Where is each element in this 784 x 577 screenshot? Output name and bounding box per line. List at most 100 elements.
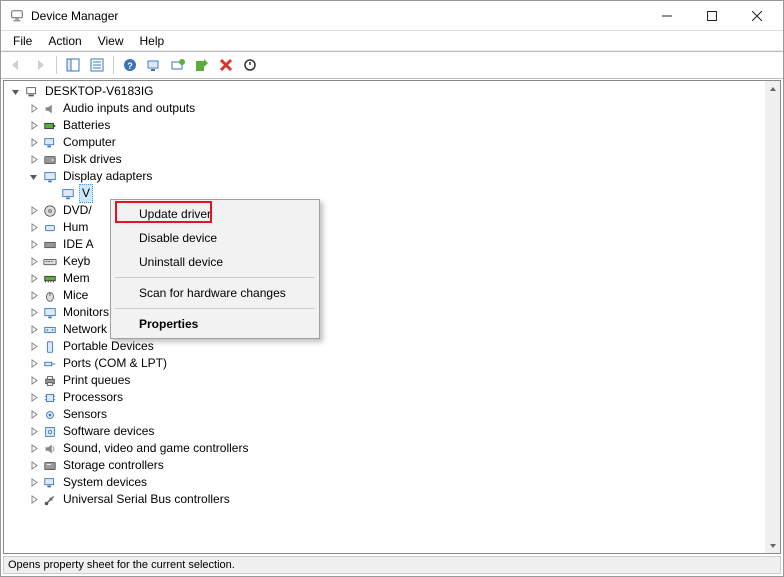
uninstall-toolbar-button[interactable] bbox=[215, 54, 237, 76]
expand-icon[interactable] bbox=[26, 306, 40, 320]
expand-icon[interactable] bbox=[26, 272, 40, 286]
tree-root[interactable]: DESKTOP-V6183IG bbox=[4, 83, 780, 100]
software-icon bbox=[42, 424, 58, 440]
menu-help[interactable]: Help bbox=[132, 33, 173, 49]
expand-icon[interactable] bbox=[26, 408, 40, 422]
audio-icon bbox=[42, 101, 58, 117]
tree-category[interactable]: Audio inputs and outputs bbox=[4, 100, 780, 117]
context-uninstall-device[interactable]: Uninstall device bbox=[113, 250, 317, 274]
menu-action[interactable]: Action bbox=[40, 33, 89, 49]
toolbar-sep bbox=[113, 56, 114, 74]
category-label: Processors bbox=[61, 389, 125, 406]
context-update-driver[interactable]: Update driver bbox=[113, 202, 317, 226]
expand-icon[interactable] bbox=[26, 238, 40, 252]
tree-category[interactable]: Disk drives bbox=[4, 151, 780, 168]
category-label: DVD/ bbox=[61, 202, 94, 219]
tree-category[interactable]: Print queues bbox=[4, 372, 780, 389]
expand-icon[interactable] bbox=[26, 459, 40, 473]
context-separator bbox=[115, 277, 315, 278]
scroll-up-icon[interactable] bbox=[765, 81, 780, 96]
expand-icon[interactable] bbox=[26, 204, 40, 218]
expand-icon[interactable] bbox=[26, 357, 40, 371]
minimize-button[interactable] bbox=[644, 1, 689, 30]
scan-hardware-toolbar-button[interactable] bbox=[143, 54, 165, 76]
root-label: DESKTOP-V6183IG bbox=[43, 83, 156, 100]
display-icon bbox=[60, 186, 76, 202]
status-text: Opens property sheet for the current sel… bbox=[8, 559, 235, 571]
category-label: Display adapters bbox=[61, 168, 154, 185]
tree-category-display[interactable]: Display adapters bbox=[4, 168, 780, 185]
update-driver-toolbar-button[interactable] bbox=[167, 54, 189, 76]
menu-file[interactable]: File bbox=[5, 33, 40, 49]
sound-icon bbox=[42, 441, 58, 457]
expand-icon[interactable] bbox=[26, 119, 40, 133]
category-label: Mem bbox=[61, 270, 92, 287]
expand-icon[interactable] bbox=[26, 442, 40, 456]
tree-category[interactable]: Sensors bbox=[4, 406, 780, 423]
category-label: Hum bbox=[61, 219, 90, 236]
tree-category[interactable]: Universal Serial Bus controllers bbox=[4, 491, 780, 508]
tree-category[interactable]: Software devices bbox=[4, 423, 780, 440]
expand-icon[interactable] bbox=[26, 255, 40, 269]
category-label: Sound, video and game controllers bbox=[61, 440, 250, 457]
expand-icon[interactable] bbox=[26, 221, 40, 235]
tree-category[interactable]: Batteries bbox=[4, 117, 780, 134]
svg-text:?: ? bbox=[127, 61, 133, 71]
category-label: Ports (COM & LPT) bbox=[61, 355, 169, 372]
context-scan-hardware[interactable]: Scan for hardware changes bbox=[113, 281, 317, 305]
menubar: File Action View Help bbox=[1, 31, 783, 51]
tree-category[interactable]: System devices bbox=[4, 474, 780, 491]
expand-icon[interactable] bbox=[26, 425, 40, 439]
expand-icon[interactable] bbox=[26, 476, 40, 490]
tree-category[interactable]: Portable Devices bbox=[4, 338, 780, 355]
no-expand bbox=[44, 187, 58, 201]
memory-icon bbox=[42, 271, 58, 287]
status-bar: Opens property sheet for the current sel… bbox=[3, 556, 781, 574]
processor-icon bbox=[42, 390, 58, 406]
maximize-button[interactable] bbox=[689, 1, 734, 30]
device-label: V bbox=[79, 184, 93, 203]
usb-icon bbox=[42, 492, 58, 508]
close-button[interactable] bbox=[734, 1, 779, 30]
help-toolbar-button[interactable]: ? bbox=[119, 54, 141, 76]
category-label: Storage controllers bbox=[61, 457, 166, 474]
tree-category[interactable]: Ports (COM & LPT) bbox=[4, 355, 780, 372]
network-icon bbox=[42, 322, 58, 338]
expand-icon[interactable] bbox=[26, 374, 40, 388]
tree-category[interactable]: Sound, video and game controllers bbox=[4, 440, 780, 457]
expand-icon[interactable] bbox=[26, 391, 40, 405]
collapse-icon[interactable] bbox=[8, 85, 22, 99]
expand-icon[interactable] bbox=[26, 153, 40, 167]
scroll-down-icon[interactable] bbox=[765, 538, 780, 553]
show-hide-console-tree-button[interactable] bbox=[62, 54, 84, 76]
expand-icon[interactable] bbox=[26, 340, 40, 354]
keyboard-icon bbox=[42, 254, 58, 270]
expand-icon[interactable] bbox=[26, 136, 40, 150]
collapse-icon[interactable] bbox=[26, 170, 40, 184]
expand-icon[interactable] bbox=[26, 289, 40, 303]
expand-icon[interactable] bbox=[26, 323, 40, 337]
printer-icon bbox=[42, 373, 58, 389]
expand-icon[interactable] bbox=[26, 102, 40, 116]
window-title: Device Manager bbox=[31, 9, 644, 23]
disable-toolbar-button[interactable] bbox=[239, 54, 261, 76]
tree-category[interactable]: Processors bbox=[4, 389, 780, 406]
tree-category[interactable]: Computer bbox=[4, 134, 780, 151]
vertical-scrollbar[interactable] bbox=[765, 81, 780, 553]
category-label: Universal Serial Bus controllers bbox=[61, 491, 232, 508]
enable-toolbar-button[interactable] bbox=[191, 54, 213, 76]
forward-button[interactable] bbox=[29, 54, 51, 76]
back-button[interactable] bbox=[5, 54, 27, 76]
category-label: Keyb bbox=[61, 253, 92, 270]
context-disable-device[interactable]: Disable device bbox=[113, 226, 317, 250]
expand-icon[interactable] bbox=[26, 493, 40, 507]
category-label: Disk drives bbox=[61, 151, 124, 168]
tree-category[interactable]: Storage controllers bbox=[4, 457, 780, 474]
port-icon bbox=[42, 356, 58, 372]
category-label: Computer bbox=[61, 134, 118, 151]
properties-toolbar-button[interactable] bbox=[86, 54, 108, 76]
context-separator bbox=[115, 308, 315, 309]
menu-view[interactable]: View bbox=[90, 33, 132, 49]
context-properties[interactable]: Properties bbox=[113, 312, 317, 336]
category-label: Print queues bbox=[61, 372, 132, 389]
